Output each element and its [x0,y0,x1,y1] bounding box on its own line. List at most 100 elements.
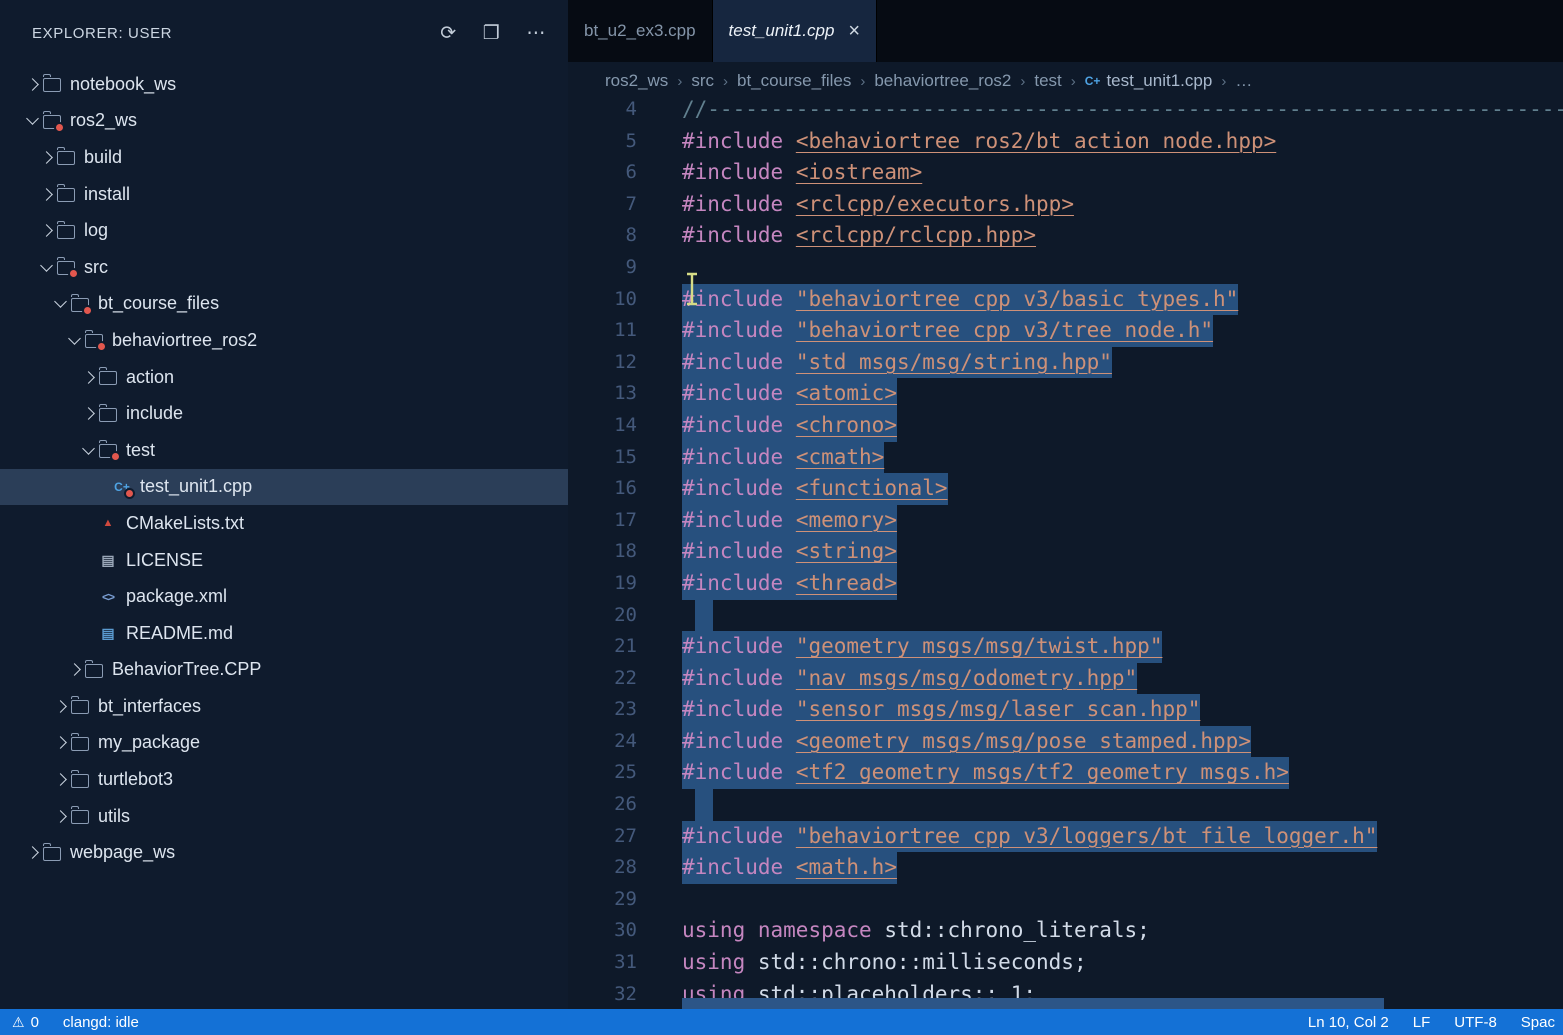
tree-item-ros2_ws[interactable]: ros2_ws [0,103,568,140]
tree-item-action[interactable]: action [0,359,568,396]
code-line-31[interactable]: 31using std::chrono::milliseconds; [568,947,1563,979]
tree-item-bt_course_files[interactable]: bt_course_files [0,286,568,323]
breadcrumb-item-test[interactable]: test [1034,71,1061,91]
tree-item-log[interactable]: log [0,212,568,249]
file-tree: notebook_wsros2_wsbuildinstalllogsrcbt_c… [0,66,568,871]
tree-item-include[interactable]: include [0,395,568,432]
code-line-19[interactable]: 19#include <thread> [568,568,1563,600]
chevron-down-icon[interactable] [36,265,56,270]
tree-item-my_package[interactable]: my_package [0,725,568,762]
status-spac[interactable]: Spac [1521,1014,1555,1031]
line-number: 15 [568,442,637,474]
breadcrumb-item-behaviortree_ros2[interactable]: behaviortree_ros2 [874,71,1011,91]
tree-item-bt_interfaces[interactable]: bt_interfaces [0,688,568,725]
tree-item-test[interactable]: test [0,432,568,469]
breadcrumb-item-bt_course_files[interactable]: bt_course_files [737,71,851,91]
status-ln-10-col-2[interactable]: Ln 10, Col 2 [1308,1014,1389,1031]
chevron-right-icon[interactable] [50,775,70,784]
mouse-ibeam-cursor [684,272,700,306]
modified-dot [54,122,65,133]
chevron-right-icon[interactable] [50,738,70,747]
tab-test_unit1.cpp[interactable]: test_unit1.cpp× [713,0,878,62]
code-line-8[interactable]: 8#include <rclcpp/rclcpp.hpp> [568,220,1563,252]
code-line-13[interactable]: 13#include <atomic> [568,378,1563,410]
code-line-25[interactable]: 25#include <tf2_geometry_msgs/tf2_geomet… [568,757,1563,789]
more-actions-icon[interactable]: ⋯ [526,24,546,43]
code-line-10[interactable]: 10#include "behaviortree_cpp_v3/basic_ty… [568,284,1563,316]
chevron-right-icon[interactable] [36,190,56,199]
code-line-17[interactable]: 17#include <memory> [568,505,1563,537]
chevron-right-icon[interactable] [50,702,70,711]
status-lf[interactable]: LF [1413,1014,1431,1031]
horizontal-scrollbar[interactable] [682,998,1384,1009]
status-utf-8[interactable]: UTF-8 [1454,1014,1497,1031]
code-line-6[interactable]: 6#include <iostream> [568,157,1563,189]
chevron-right-icon[interactable] [22,80,42,89]
chevron-right-icon[interactable] [78,373,98,382]
code-line-9[interactable]: 9 [568,252,1563,284]
code-line-29[interactable]: 29 [568,884,1563,916]
chevron-right-icon[interactable] [50,812,70,821]
tab-bt_u2_ex3.cpp[interactable]: bt_u2_ex3.cpp [568,0,713,62]
code-line-24[interactable]: 24#include <geometry_msgs/msg/pose_stamp… [568,726,1563,758]
breadcrumb-item-ros2_ws[interactable]: ros2_ws [605,71,668,91]
chevron-down-icon[interactable] [50,301,70,306]
line-number: 9 [568,252,637,284]
tree-item-README.md[interactable]: ▤README.md [0,615,568,652]
code-line-23[interactable]: 23#include "sensor_msgs/msg/laser_scan.h… [568,694,1563,726]
tree-item-CMakeLists.txt[interactable]: ▲CMakeLists.txt [0,505,568,542]
chevron-right-icon[interactable] [64,665,84,674]
code-line-5[interactable]: 5#include <behaviortree_ros2/bt_action_n… [568,126,1563,158]
status-problems[interactable]: ⚠0 [12,1014,39,1031]
tree-item-turtlebot3[interactable]: turtlebot3 [0,761,568,798]
chevron-down-icon[interactable] [78,448,98,453]
close-tab-icon[interactable]: × [848,21,860,41]
tree-item-behaviortree_ros2[interactable]: behaviortree_ros2 [0,322,568,359]
code-line-20[interactable]: 20 [568,600,1563,632]
code-line-30[interactable]: 30using namespace std::chrono_literals; [568,915,1563,947]
tree-item-label: test [126,440,155,461]
tree-item-install[interactable]: install [0,176,568,213]
code-line-18[interactable]: 18#include <string> [568,536,1563,568]
breadcrumb-item-…[interactable]: … [1235,71,1252,91]
code-line-12[interactable]: 12#include "std_msgs/msg/string.hpp" [568,347,1563,379]
tree-item-utils[interactable]: utils [0,798,568,835]
code-line-7[interactable]: 7#include <rclcpp/executors.hpp> [568,189,1563,221]
breadcrumb-item-src[interactable]: src [691,71,714,91]
breadcrumb-separator: › [1020,73,1025,90]
status-clangd-idle[interactable]: clangd: idle [63,1014,139,1031]
code-line-21[interactable]: 21#include "geometry_msgs/msg/twist.hpp" [568,631,1563,663]
open-editors-icon[interactable]: ❐ [483,24,501,43]
tree-item-src[interactable]: src [0,249,568,286]
code-editor[interactable]: 4//-------------------------------------… [568,100,1563,1009]
breadcrumb-item-test_unit1.cpp[interactable]: C+test_unit1.cpp [1085,71,1213,91]
code-line-14[interactable]: 14#include <chrono> [568,410,1563,442]
tree-item-test_unit1.cpp[interactable]: C+test_unit1.cpp [0,469,568,506]
code-line-4[interactable]: 4//-------------------------------------… [568,100,1563,126]
chevron-down-icon[interactable] [22,118,42,123]
tree-item-package.xml[interactable]: <>package.xml [0,578,568,615]
code-line-28[interactable]: 28#include <math.h> [568,852,1563,884]
line-number: 23 [568,694,637,726]
vscode-window: EXPLORER: USER ⟳❐⋯ notebook_wsros2_wsbui… [0,0,1563,1035]
tree-item-webpage_ws[interactable]: webpage_ws [0,834,568,871]
chevron-right-icon[interactable] [36,153,56,162]
code-line-11[interactable]: 11#include "behaviortree_cpp_v3/tree_nod… [568,315,1563,347]
tree-item-build[interactable]: build [0,139,568,176]
code-line-22[interactable]: 22#include "nav_msgs/msg/odometry.hpp" [568,663,1563,695]
chevron-right-icon[interactable] [22,848,42,857]
chevron-right-icon[interactable] [78,409,98,418]
chevron-right-icon[interactable] [36,226,56,235]
code-line-26[interactable]: 26 [568,789,1563,821]
refresh-explorer-icon[interactable]: ⟳ [440,24,457,43]
code-line-27[interactable]: 27#include "behaviortree_cpp_v3/loggers/… [568,821,1563,853]
code-line-16[interactable]: 16#include <functional> [568,473,1563,505]
line-code: #include <functional> [682,473,948,505]
line-code: using namespace std::chrono_literals; [682,915,1150,947]
chevron-down-icon[interactable] [64,338,84,343]
code-line-15[interactable]: 15#include <cmath> [568,442,1563,474]
line-number: 5 [568,126,637,158]
tree-item-LICENSE[interactable]: ▤LICENSE [0,542,568,579]
tree-item-notebook_ws[interactable]: notebook_ws [0,66,568,103]
tree-item-BehaviorTree.CPP[interactable]: BehaviorTree.CPP [0,652,568,689]
